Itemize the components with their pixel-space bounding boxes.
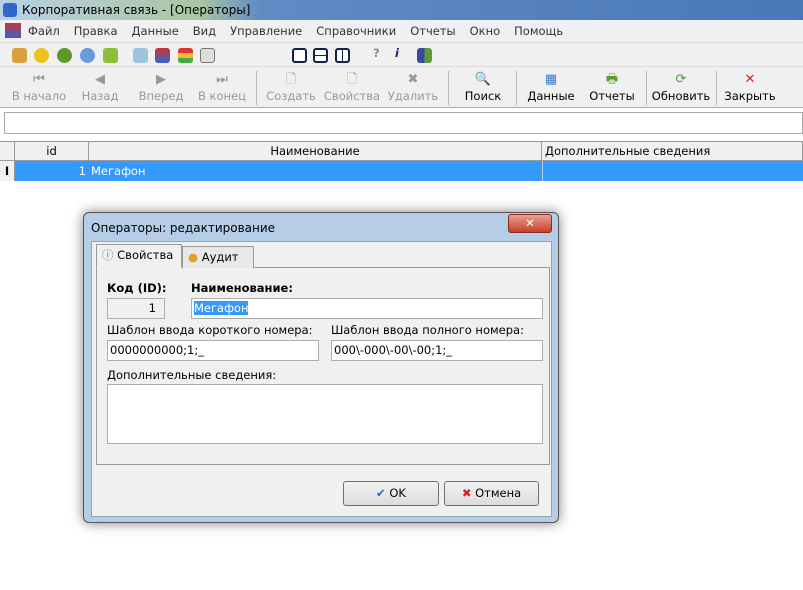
color-bars-icon[interactable] [178, 48, 193, 63]
cascade-icon[interactable] [292, 48, 307, 63]
tab-properties[interactable]: ⓘ Свойства [96, 244, 182, 268]
edit-dialog: Операторы: редактирование ✕ ⓘ Свойства ●… [83, 212, 559, 523]
menu-data[interactable]: Данные [132, 24, 179, 38]
column-header-info[interactable]: Дополнительные сведения [542, 142, 803, 161]
users-icon[interactable] [12, 48, 27, 63]
name-label: Наименование: [191, 281, 293, 295]
short-template-field[interactable]: 0000000000;1;_ [107, 340, 319, 361]
properties-button[interactable]: 🗋 Свойства [322, 71, 382, 107]
title-bar: Корпоративная связь - [Операторы] [0, 0, 803, 20]
app-icon [3, 3, 17, 17]
dialog-close-button[interactable]: ✕ [508, 214, 552, 233]
new-doc-icon: 🗋 [285, 72, 297, 87]
doc-delete-icon: ✖ [407, 72, 419, 87]
id-label: Код (ID): [107, 281, 167, 295]
flag-icon[interactable] [155, 48, 170, 63]
menu-bar: Файл Правка Данные Вид Управление Справо… [0, 20, 803, 42]
tag-icon[interactable] [133, 48, 148, 63]
grid-header: id Наименование Дополнительные сведения [0, 141, 803, 161]
check-icon: ✔ [376, 486, 386, 500]
id-field: 1 [107, 298, 165, 319]
prev-icon: ◀ [95, 72, 105, 87]
menu-references[interactable]: Справочники [316, 24, 396, 38]
create-button[interactable]: 🗋 Создать [264, 71, 318, 107]
prev-button[interactable]: ◀ Назад [76, 71, 124, 107]
properties-panel: Код (ID): 1 Наименование: Мегафон Шаблон… [96, 267, 550, 465]
next-icon: ▶ [156, 72, 166, 87]
name-field[interactable]: Мегафон [191, 298, 543, 319]
column-header-name[interactable]: Наименование [89, 142, 542, 161]
first-icon: ⏮ [33, 72, 45, 87]
info-icon[interactable]: i [395, 46, 410, 61]
short-template-label: Шаблон ввода короткого номера: [107, 323, 313, 337]
last-icon: ⏭ [216, 72, 228, 87]
quick-toolbar: ? i [0, 42, 803, 66]
column-header-id[interactable]: id [15, 142, 89, 161]
search-button[interactable]: 🔍 Поиск [456, 71, 510, 107]
properties-info-icon: ⓘ [102, 248, 114, 262]
menu-edit[interactable]: Правка [74, 24, 118, 38]
data-button[interactable]: ▦ Данные [522, 71, 580, 107]
audit-list-icon: ● [188, 250, 199, 264]
window-title: Корпоративная связь - [Операторы] [22, 3, 251, 17]
filter-input[interactable] [4, 112, 803, 134]
delete-button[interactable]: ✖ Удалить [386, 71, 440, 107]
magnifier-icon: 🔍 [474, 72, 492, 87]
tile-horizontal-icon[interactable] [313, 48, 328, 63]
doc-props-icon: 🗋 [346, 72, 358, 87]
menu-window[interactable]: Окно [470, 24, 501, 38]
cancel-x-icon: ✖ [461, 486, 472, 500]
last-button[interactable]: ⏭ В конец [194, 71, 250, 107]
main-toolbar: ⏮ В начало ◀ Назад ▶ Вперед ⏭ В конец 🗋 Созда… [0, 66, 803, 108]
info-label: Дополнительные сведения: [107, 368, 277, 382]
dialog-title: Операторы: редактирование [91, 221, 276, 235]
coins-icon[interactable] [34, 48, 49, 63]
row-marker: I [0, 161, 15, 181]
flag-icon [5, 23, 21, 38]
menu-help[interactable]: Помощь [514, 24, 563, 38]
cell-id: 1 [78, 164, 86, 178]
refresh-icon: ⟳ [675, 72, 687, 87]
next-button[interactable]: ▶ Вперед [134, 71, 188, 107]
first-button[interactable]: ⏮ В начало [8, 71, 70, 107]
table-row[interactable]: I 1 Мегафон [0, 161, 803, 181]
cell-info [542, 161, 543, 181]
menu-reports[interactable]: Отчеты [410, 24, 455, 38]
cell-name: Мегафон [91, 164, 146, 178]
close-button[interactable]: ✕ Закрыть [722, 71, 778, 107]
close-x-icon: ✕ [744, 72, 756, 87]
help-icon[interactable]: ? [373, 46, 388, 61]
ruble-icon[interactable] [57, 48, 72, 63]
ok-button[interactable]: ✔ OK [343, 481, 439, 506]
menu-view[interactable]: Вид [193, 24, 216, 38]
printer-icon: 🖶 [605, 72, 619, 87]
menu-file[interactable]: Файл [28, 24, 60, 38]
full-template-field[interactable]: 000\-000\-00\-00;1;_ [331, 340, 543, 361]
cancel-button[interactable]: ✖ Отмена [444, 481, 539, 506]
dollar-icon[interactable] [80, 48, 95, 63]
tab-audit[interactable]: ● Аудит [182, 246, 254, 268]
tile-vertical-icon[interactable] [335, 48, 350, 63]
menu-manage[interactable]: Управление [230, 24, 302, 38]
refresh-button[interactable]: ⟳ Обновить [650, 71, 712, 107]
info-textarea[interactable] [107, 384, 543, 444]
table-icon: ▦ [544, 72, 558, 87]
document-coins-icon[interactable] [200, 48, 215, 63]
full-template-label: Шаблон ввода полного номера: [331, 323, 524, 337]
exit-door-icon[interactable] [417, 48, 432, 63]
reports-button[interactable]: 🖶 Отчеты [586, 71, 638, 107]
exchange-icon[interactable] [103, 48, 118, 63]
